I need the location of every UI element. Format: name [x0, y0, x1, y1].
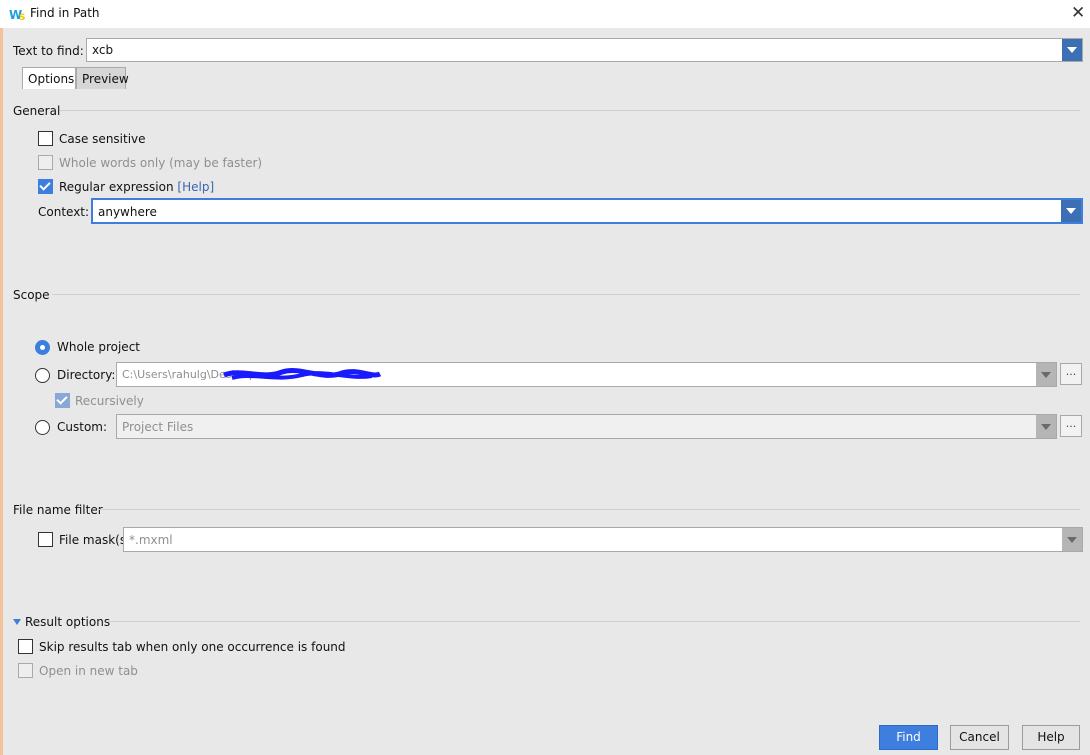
tab-options[interactable]: Options — [22, 67, 76, 89]
svg-text:S: S — [19, 13, 25, 22]
tab-preview[interactable]: Preview — [76, 67, 129, 89]
title-bar — [0, 0, 1090, 28]
chevron-down-icon[interactable] — [1062, 528, 1082, 551]
text-to-find-combo[interactable]: xcb — [86, 38, 1083, 62]
file-filter-separator — [98, 509, 1080, 510]
file-mask-placeholder[interactable]: *.mxml — [129, 533, 173, 547]
collapse-triangle-icon[interactable] — [13, 619, 21, 625]
regular-expression-label[interactable]: Regular expression [Help] — [59, 180, 214, 194]
file-mask-combo[interactable]: *.mxml — [123, 527, 1083, 552]
recursively-label: Recursively — [75, 394, 144, 408]
file-mask-checkbox[interactable] — [38, 532, 53, 547]
chevron-down-icon[interactable] — [1036, 363, 1056, 386]
custom-scope-browse-button[interactable]: ... — [1060, 415, 1082, 437]
scope-separator — [52, 294, 1080, 295]
scope-section-title: Scope — [13, 288, 50, 302]
context-value: anywhere — [98, 205, 157, 219]
directory-radio[interactable] — [35, 368, 50, 383]
webstorm-app-icon: W S — [9, 6, 27, 23]
skip-results-checkbox[interactable] — [18, 639, 33, 654]
regular-expression-checkbox[interactable] — [38, 179, 53, 194]
context-combo[interactable]: anywhere — [91, 198, 1083, 224]
window-title: Find in Path — [30, 6, 100, 20]
window-edge — [0, 28, 3, 755]
chevron-down-icon[interactable] — [1061, 200, 1081, 222]
custom-scope-value: Project Files — [122, 420, 194, 434]
cancel-button[interactable]: Cancel — [950, 725, 1009, 750]
result-options-separator — [108, 621, 1080, 622]
file-filter-section-title: File name filter — [13, 503, 103, 517]
close-icon[interactable]: ✕ — [1071, 4, 1085, 22]
regex-help-link[interactable]: [Help] — [177, 180, 214, 194]
chevron-down-icon[interactable] — [1036, 415, 1056, 438]
directory-label[interactable]: Directory: — [57, 368, 115, 382]
general-separator — [60, 110, 1080, 111]
help-button[interactable]: Help — [1022, 725, 1080, 750]
whole-words-label: Whole words only (may be faster) — [59, 156, 263, 170]
whole-project-label[interactable]: Whole project — [57, 340, 140, 354]
case-sensitive-checkbox[interactable] — [38, 131, 53, 146]
whole-project-radio[interactable] — [35, 340, 50, 355]
text-to-find-value[interactable]: xcb — [92, 43, 113, 57]
open-new-tab-label: Open in new tab — [39, 664, 138, 678]
chevron-down-icon[interactable] — [1062, 39, 1082, 61]
recursively-checkbox[interactable] — [55, 393, 70, 408]
redaction-scribble — [223, 368, 382, 380]
regular-expression-text: Regular expression — [59, 180, 174, 194]
custom-label[interactable]: Custom: — [57, 420, 107, 434]
context-label: Context: — [38, 205, 90, 219]
open-new-tab-checkbox[interactable] — [18, 663, 33, 678]
whole-words-checkbox[interactable] — [38, 155, 53, 170]
file-mask-label[interactable]: File mask(s) — [59, 533, 131, 547]
general-section-title: General — [13, 104, 61, 118]
result-options-section-title[interactable]: Result options — [25, 615, 110, 629]
case-sensitive-label[interactable]: Case sensitive — [59, 132, 146, 146]
custom-scope-combo[interactable]: Project Files — [116, 414, 1057, 439]
directory-browse-button[interactable]: ... — [1060, 363, 1082, 385]
custom-radio[interactable] — [35, 420, 50, 435]
find-button[interactable]: Find — [879, 725, 938, 750]
text-to-find-label: Text to find: — [13, 44, 84, 58]
skip-results-label[interactable]: Skip results tab when only one occurrenc… — [39, 640, 346, 654]
